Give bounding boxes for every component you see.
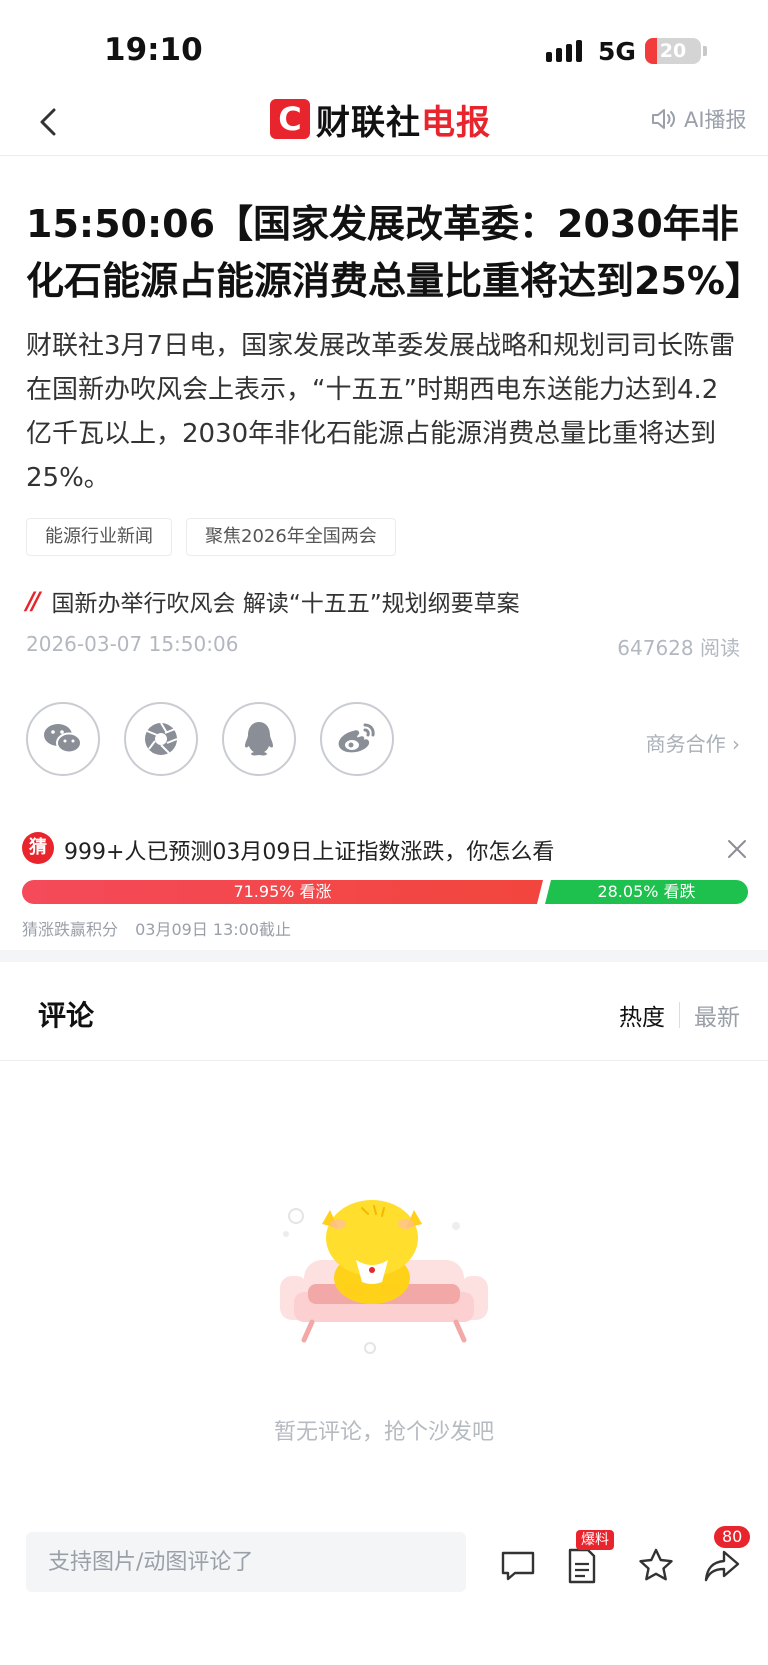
vote-up-bar[interactable]: 71.95% 看涨 bbox=[22, 880, 543, 904]
qq-icon bbox=[245, 722, 273, 756]
comment-input[interactable] bbox=[26, 1532, 466, 1592]
logo-text-red: 电报 bbox=[421, 102, 491, 143]
guess-footer-left: 猜涨跌赢积分 bbox=[22, 920, 119, 939]
comments-title: 评论 bbox=[38, 999, 95, 1032]
article-body: 财联社3月7日电，国家发展改革委发展战略和规划司司长陈雷在国新办吹风会上表示，“… bbox=[26, 331, 736, 493]
moments-share-button[interactable] bbox=[124, 702, 198, 776]
weibo-share-button[interactable] bbox=[320, 702, 394, 776]
sort-hot-tab[interactable]: 热度 bbox=[619, 998, 665, 1032]
share-icon[interactable] bbox=[702, 1546, 742, 1586]
wechat-icon bbox=[44, 724, 82, 754]
speaker-icon bbox=[652, 109, 675, 129]
app-logo: C 财联社 电报 bbox=[270, 96, 491, 143]
weibo-icon bbox=[338, 723, 375, 753]
guess-footer: 猜涨跌赢积分 03月09日 13:00截止 bbox=[22, 916, 303, 940]
section-divider bbox=[0, 950, 768, 962]
sort-divider bbox=[679, 1002, 680, 1028]
star-icon[interactable] bbox=[636, 1546, 676, 1586]
battery-icon: 20 bbox=[645, 38, 701, 64]
tag-item[interactable]: 聚焦2026年全国两会 bbox=[186, 518, 396, 556]
signal-icon bbox=[546, 38, 586, 64]
article-headline: 15:50:06【国家发展改革委：2030年非化石能源占能源消费总量比重将达到2… bbox=[26, 202, 763, 303]
close-icon[interactable] bbox=[726, 838, 748, 860]
qq-share-button[interactable] bbox=[222, 702, 296, 776]
empty-comments-illustration bbox=[278, 1190, 490, 1360]
aperture-icon bbox=[145, 722, 178, 755]
tag-item[interactable]: 能源行业新闻 bbox=[26, 518, 172, 556]
empty-comments-text: 暂无评论，抢个沙发吧 bbox=[273, 1420, 494, 1445]
ai-play-label: AI播报 bbox=[684, 108, 747, 132]
share-count: 80 bbox=[714, 1526, 751, 1548]
network-type: 5G bbox=[598, 37, 636, 66]
guess-deadline: 03月09日 13:00截止 bbox=[135, 920, 292, 939]
bottom-bar: 爆料 80 bbox=[0, 1510, 768, 1610]
read-count: 647628 阅读 bbox=[617, 636, 740, 660]
tag-list: 能源行业新闻 聚焦2026年全国两会 bbox=[26, 518, 396, 556]
status-bar: 19:10 5G 20 bbox=[0, 0, 768, 90]
nav-bar: C 财联社 电报 AI播报 bbox=[0, 90, 768, 156]
guess-badge: 猜 bbox=[22, 832, 54, 864]
comment-icon[interactable] bbox=[498, 1546, 538, 1586]
report-badge: 爆料 bbox=[576, 1530, 614, 1550]
comment-sort: 热度 最新 bbox=[619, 998, 740, 1032]
share-row bbox=[26, 702, 394, 776]
report-news-icon[interactable] bbox=[562, 1546, 602, 1586]
guess-title[interactable]: 999+人已预测03月09日上证指数涨跌，你怎么看 bbox=[64, 834, 554, 866]
sort-new-tab[interactable]: 最新 bbox=[694, 998, 740, 1032]
wechat-share-button[interactable] bbox=[26, 702, 100, 776]
status-time: 19:10 bbox=[104, 32, 203, 68]
topic-label: 国新办举行吹风会 解读“十五五”规划纲要草案 bbox=[51, 591, 520, 617]
ai-play-button[interactable]: AI播报 bbox=[650, 104, 747, 134]
battery-level: 20 bbox=[659, 40, 687, 62]
topic-slash-icon: // bbox=[26, 587, 40, 615]
business-cooperation-link[interactable]: 商务合作 › bbox=[646, 728, 740, 757]
logo-mark: C bbox=[270, 99, 310, 139]
back-icon[interactable] bbox=[34, 104, 64, 140]
battery-tip bbox=[703, 46, 707, 56]
topic-link[interactable]: // 国新办举行吹风会 解读“十五五”规划纲要草案 bbox=[26, 584, 520, 618]
logo-text-black: 财联社 bbox=[316, 102, 421, 143]
vote-down-bar[interactable]: 28.05% 看跌 bbox=[545, 880, 748, 904]
comments-divider bbox=[0, 1060, 768, 1061]
publish-datetime: 2026-03-07 15:50:06 bbox=[26, 632, 239, 656]
